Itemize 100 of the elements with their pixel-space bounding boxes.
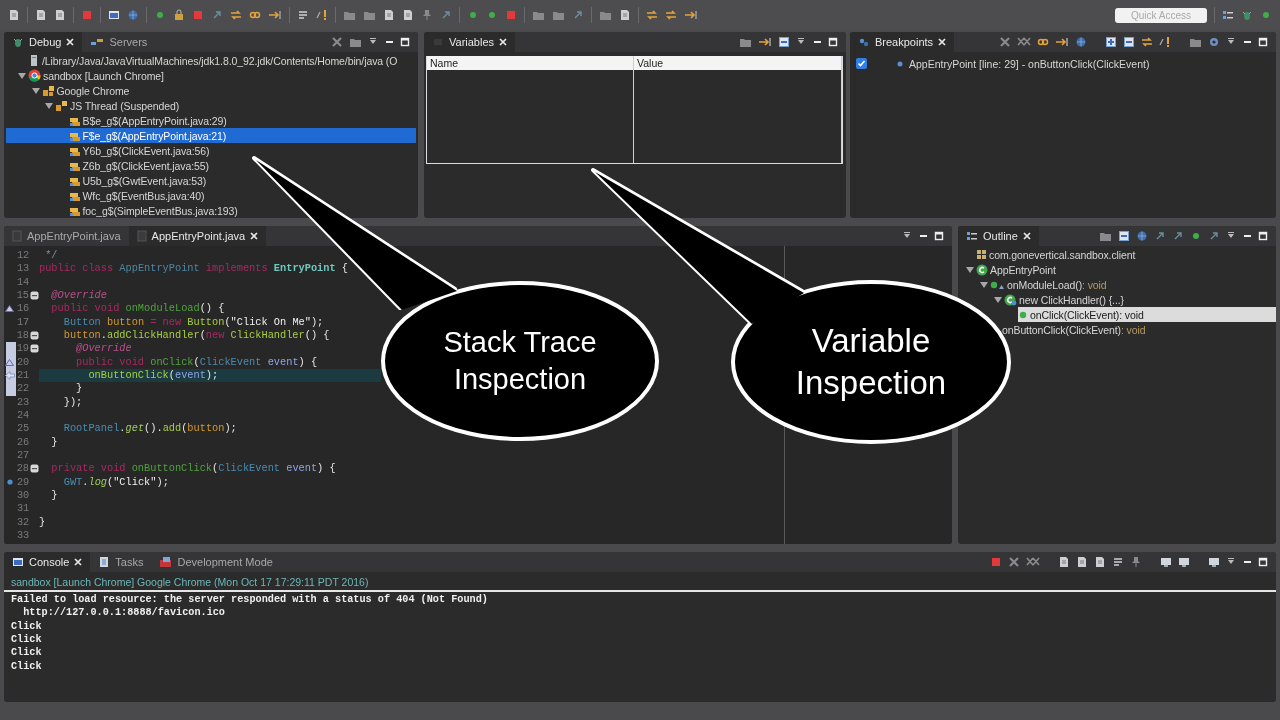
tab[interactable]: Servers: [82, 32, 156, 52]
circle-icon[interactable]: [467, 9, 479, 21]
cross-icon[interactable]: [331, 36, 343, 48]
folder-icon[interactable]: [599, 9, 612, 21]
expand-arrow-icon[interactable]: [31, 86, 40, 95]
close-icon[interactable]: [74, 558, 83, 566]
document-icon[interactable]: [8, 9, 20, 21]
swap-arrows-icon[interactable]: [646, 9, 658, 21]
expand-arrow-icon[interactable]: [45, 101, 53, 110]
globe-icon[interactable]: [1136, 230, 1148, 242]
minus-square-icon[interactable]: [1118, 230, 1130, 242]
chain-icon[interactable]: [249, 9, 261, 21]
swap-arrows-icon[interactable]: [1141, 36, 1153, 48]
tree-item[interactable]: AppEntryPoint: [964, 262, 1060, 277]
tree-item[interactable]: U5b_g$(GwtEvent.java:53): [6, 173, 416, 188]
tab[interactable]: Outline: [958, 226, 1039, 246]
pushpin-icon[interactable]: [421, 9, 433, 21]
monitor-icon[interactable]: [12, 556, 24, 568]
monitor-icon[interactable]: [108, 9, 120, 21]
collapse-icon[interactable]: [30, 464, 39, 474]
document-icon[interactable]: [383, 9, 395, 21]
tree-item[interactable]: onModuleLoad(): void: [978, 277, 1111, 292]
close-icon[interactable]: [1022, 232, 1031, 240]
exclamation-icon[interactable]: [1159, 36, 1171, 48]
tree-item[interactable]: Z6b_g$(ClickEvent.java:55): [6, 158, 416, 173]
tree-item[interactable]: B$e_g$(AppEntryPoint.java:29): [6, 113, 416, 128]
breakpoint-item[interactable]: AppEntryPoint [line: 29] - onButtonClick(ClickEvent): [856, 56, 1276, 71]
tab[interactable]: AppEntryPoint.java: [4, 226, 129, 246]
outline-icon[interactable]: [966, 230, 978, 242]
folder-icon[interactable]: [1189, 36, 1202, 48]
collapse-icon[interactable]: [30, 331, 39, 341]
tree-item[interactable]: sandbox [Launch Chrome]: [6, 68, 416, 83]
tree-item[interactable]: new ClickHandler() {...}: [992, 292, 1128, 307]
circle-icon[interactable]: [1190, 230, 1202, 242]
maximize-icon[interactable]: [828, 37, 838, 47]
tab[interactable]: Variables: [424, 32, 516, 52]
folder-icon[interactable]: [739, 36, 752, 48]
stop-icon[interactable]: [990, 556, 1002, 568]
monitor-icon[interactable]: [1178, 556, 1190, 568]
dots-icon[interactable]: [858, 36, 870, 48]
document-icon[interactable]: [402, 9, 414, 21]
clipboard-icon[interactable]: [98, 556, 111, 568]
globe-icon[interactable]: [1075, 36, 1087, 48]
tree-item[interactable]: onClick(ClickEvent): void: [1018, 307, 1276, 322]
checkbox[interactable]: [856, 58, 867, 69]
expand-arrow-icon[interactable]: [980, 280, 988, 289]
maximize-icon[interactable]: [934, 231, 944, 241]
document-icon[interactable]: [1058, 556, 1070, 568]
diagonal-arrow-icon[interactable]: [1208, 230, 1220, 242]
double-cross-icon[interactable]: [1026, 556, 1040, 568]
outline-icon[interactable]: [1222, 9, 1234, 21]
cross-icon[interactable]: [1008, 556, 1020, 568]
document-icon[interactable]: [619, 9, 631, 21]
expand-arrow-icon[interactable]: [18, 71, 26, 80]
document-icon[interactable]: [1076, 556, 1088, 568]
tree-item[interactable]: foc_g$(SimpleEventBus.java:193): [6, 203, 416, 218]
maximize-icon[interactable]: [400, 37, 410, 47]
tab[interactable]: Tasks: [90, 552, 152, 572]
minus-square-icon[interactable]: [778, 36, 790, 48]
maximize-icon[interactable]: [1258, 37, 1268, 47]
tab[interactable]: Debug: [4, 32, 83, 52]
toolbox-icon[interactable]: [159, 556, 173, 568]
close-icon[interactable]: [250, 232, 259, 240]
pushpin-icon[interactable]: [1130, 556, 1142, 568]
tree-item[interactable]: F$e_g$(AppEntryPoint.java:21): [6, 128, 416, 143]
tab[interactable]: Breakpoints: [850, 32, 955, 52]
arrows-icon[interactable]: [268, 9, 282, 21]
maximize-icon[interactable]: [1258, 231, 1268, 241]
column-header[interactable]: Value: [634, 56, 842, 70]
document-icon[interactable]: [35, 9, 47, 21]
exclamation-icon[interactable]: [316, 9, 328, 21]
tree-item[interactable]: Google Chrome: [6, 83, 416, 98]
diagonal-arrow-icon[interactable]: [211, 9, 223, 21]
collapse-icon[interactable]: [30, 291, 39, 301]
tree-item[interactable]: Wfc_g$(EventBus.java:40): [6, 188, 416, 203]
monitor-icon[interactable]: [1160, 556, 1172, 568]
arrows-icon[interactable]: [758, 36, 772, 48]
text-icon[interactable]: [1112, 556, 1124, 568]
diagonal-arrow-icon[interactable]: [1154, 230, 1166, 242]
cross-icon[interactable]: [999, 36, 1011, 48]
folder-icon[interactable]: [363, 9, 376, 21]
plus-square-icon[interactable]: [1105, 36, 1117, 48]
gear-icon[interactable]: [1208, 36, 1220, 48]
tab[interactable]: Console: [4, 552, 91, 572]
collapse-icon[interactable]: [30, 344, 39, 354]
document-icon[interactable]: [54, 9, 66, 21]
document-icon[interactable]: [1094, 556, 1106, 568]
bug-icon[interactable]: [1241, 9, 1253, 21]
tree-item[interactable]: Y6b_g$(ClickEvent.java:56): [6, 143, 416, 158]
column-header[interactable]: Name: [427, 56, 634, 70]
circle-icon[interactable]: [486, 9, 498, 21]
server-icon[interactable]: [90, 36, 105, 48]
tab[interactable]: AppEntryPoint.java: [128, 226, 267, 246]
text-icon[interactable]: [297, 9, 309, 21]
double-cross-icon[interactable]: [1017, 36, 1031, 48]
diagonal-arrow-icon[interactable]: [440, 9, 452, 21]
close-icon[interactable]: [66, 38, 75, 46]
monitor-icon[interactable]: [1208, 556, 1220, 568]
swap-arrows-icon[interactable]: [665, 9, 677, 21]
folder-icon[interactable]: [532, 9, 545, 21]
